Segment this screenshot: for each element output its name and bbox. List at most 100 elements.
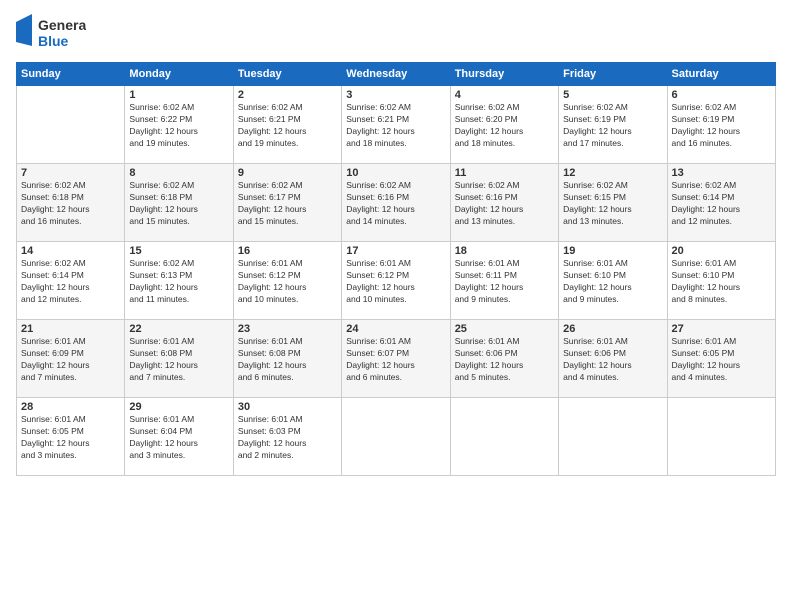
col-thursday: Thursday <box>450 63 558 86</box>
calendar-page: GeneralBlue Sunday Monday Tuesday Wednes… <box>0 0 792 612</box>
day-cell: 24Sunrise: 6:01 AM Sunset: 6:07 PM Dayli… <box>342 320 450 398</box>
day-number: 10 <box>346 167 445 179</box>
day-info: Sunrise: 6:02 AM Sunset: 6:18 PM Dayligh… <box>21 180 120 228</box>
day-cell: 2Sunrise: 6:02 AM Sunset: 6:21 PM Daylig… <box>233 86 341 164</box>
day-number: 30 <box>238 401 337 413</box>
day-number: 29 <box>129 401 228 413</box>
day-info: Sunrise: 6:01 AM Sunset: 6:05 PM Dayligh… <box>21 414 120 462</box>
day-info: Sunrise: 6:01 AM Sunset: 6:08 PM Dayligh… <box>238 336 337 384</box>
day-info: Sunrise: 6:01 AM Sunset: 6:11 PM Dayligh… <box>455 258 554 306</box>
day-number: 19 <box>563 245 662 257</box>
day-cell: 18Sunrise: 6:01 AM Sunset: 6:11 PM Dayli… <box>450 242 558 320</box>
day-number: 13 <box>672 167 771 179</box>
svg-text:Blue: Blue <box>38 33 69 49</box>
calendar-table: Sunday Monday Tuesday Wednesday Thursday… <box>16 62 776 476</box>
day-cell: 22Sunrise: 6:01 AM Sunset: 6:08 PM Dayli… <box>125 320 233 398</box>
day-info: Sunrise: 6:01 AM Sunset: 6:10 PM Dayligh… <box>563 258 662 306</box>
day-cell: 13Sunrise: 6:02 AM Sunset: 6:14 PM Dayli… <box>667 164 775 242</box>
svg-text:General: General <box>38 17 86 33</box>
day-cell: 25Sunrise: 6:01 AM Sunset: 6:06 PM Dayli… <box>450 320 558 398</box>
day-number: 20 <box>672 245 771 257</box>
day-info: Sunrise: 6:01 AM Sunset: 6:04 PM Dayligh… <box>129 414 228 462</box>
day-number: 16 <box>238 245 337 257</box>
day-number: 9 <box>238 167 337 179</box>
day-cell: 5Sunrise: 6:02 AM Sunset: 6:19 PM Daylig… <box>559 86 667 164</box>
day-number: 12 <box>563 167 662 179</box>
day-cell: 17Sunrise: 6:01 AM Sunset: 6:12 PM Dayli… <box>342 242 450 320</box>
week-row-1: 7Sunrise: 6:02 AM Sunset: 6:18 PM Daylig… <box>17 164 776 242</box>
day-cell: 27Sunrise: 6:01 AM Sunset: 6:05 PM Dayli… <box>667 320 775 398</box>
day-cell: 23Sunrise: 6:01 AM Sunset: 6:08 PM Dayli… <box>233 320 341 398</box>
col-saturday: Saturday <box>667 63 775 86</box>
day-info: Sunrise: 6:01 AM Sunset: 6:06 PM Dayligh… <box>563 336 662 384</box>
day-cell <box>342 398 450 476</box>
day-info: Sunrise: 6:01 AM Sunset: 6:10 PM Dayligh… <box>672 258 771 306</box>
col-friday: Friday <box>559 63 667 86</box>
logo: GeneralBlue <box>16 14 86 52</box>
day-number: 1 <box>129 89 228 101</box>
day-number: 6 <box>672 89 771 101</box>
day-info: Sunrise: 6:02 AM Sunset: 6:13 PM Dayligh… <box>129 258 228 306</box>
header: GeneralBlue <box>16 14 776 52</box>
day-cell <box>667 398 775 476</box>
day-number: 27 <box>672 323 771 335</box>
day-number: 4 <box>455 89 554 101</box>
day-cell: 26Sunrise: 6:01 AM Sunset: 6:06 PM Dayli… <box>559 320 667 398</box>
day-number: 7 <box>21 167 120 179</box>
week-row-0: 1Sunrise: 6:02 AM Sunset: 6:22 PM Daylig… <box>17 86 776 164</box>
week-row-3: 21Sunrise: 6:01 AM Sunset: 6:09 PM Dayli… <box>17 320 776 398</box>
day-cell: 28Sunrise: 6:01 AM Sunset: 6:05 PM Dayli… <box>17 398 125 476</box>
day-number: 21 <box>21 323 120 335</box>
day-info: Sunrise: 6:01 AM Sunset: 6:09 PM Dayligh… <box>21 336 120 384</box>
day-number: 26 <box>563 323 662 335</box>
day-cell: 21Sunrise: 6:01 AM Sunset: 6:09 PM Dayli… <box>17 320 125 398</box>
day-info: Sunrise: 6:01 AM Sunset: 6:07 PM Dayligh… <box>346 336 445 384</box>
day-cell: 15Sunrise: 6:02 AM Sunset: 6:13 PM Dayli… <box>125 242 233 320</box>
day-number: 18 <box>455 245 554 257</box>
day-number: 17 <box>346 245 445 257</box>
day-cell <box>17 86 125 164</box>
day-cell: 12Sunrise: 6:02 AM Sunset: 6:15 PM Dayli… <box>559 164 667 242</box>
col-tuesday: Tuesday <box>233 63 341 86</box>
day-info: Sunrise: 6:02 AM Sunset: 6:20 PM Dayligh… <box>455 102 554 150</box>
day-info: Sunrise: 6:02 AM Sunset: 6:17 PM Dayligh… <box>238 180 337 228</box>
day-info: Sunrise: 6:02 AM Sunset: 6:14 PM Dayligh… <box>21 258 120 306</box>
day-cell: 1Sunrise: 6:02 AM Sunset: 6:22 PM Daylig… <box>125 86 233 164</box>
day-cell: 7Sunrise: 6:02 AM Sunset: 6:18 PM Daylig… <box>17 164 125 242</box>
day-info: Sunrise: 6:01 AM Sunset: 6:08 PM Dayligh… <box>129 336 228 384</box>
day-number: 2 <box>238 89 337 101</box>
day-cell: 4Sunrise: 6:02 AM Sunset: 6:20 PM Daylig… <box>450 86 558 164</box>
day-cell <box>450 398 558 476</box>
day-cell: 29Sunrise: 6:01 AM Sunset: 6:04 PM Dayli… <box>125 398 233 476</box>
day-number: 15 <box>129 245 228 257</box>
calendar-body: 1Sunrise: 6:02 AM Sunset: 6:22 PM Daylig… <box>17 86 776 476</box>
col-sunday: Sunday <box>17 63 125 86</box>
day-info: Sunrise: 6:02 AM Sunset: 6:16 PM Dayligh… <box>346 180 445 228</box>
day-info: Sunrise: 6:01 AM Sunset: 6:12 PM Dayligh… <box>238 258 337 306</box>
day-cell: 3Sunrise: 6:02 AM Sunset: 6:21 PM Daylig… <box>342 86 450 164</box>
col-monday: Monday <box>125 63 233 86</box>
day-info: Sunrise: 6:01 AM Sunset: 6:03 PM Dayligh… <box>238 414 337 462</box>
day-info: Sunrise: 6:02 AM Sunset: 6:21 PM Dayligh… <box>346 102 445 150</box>
day-info: Sunrise: 6:02 AM Sunset: 6:21 PM Dayligh… <box>238 102 337 150</box>
day-number: 22 <box>129 323 228 335</box>
day-number: 11 <box>455 167 554 179</box>
day-info: Sunrise: 6:01 AM Sunset: 6:12 PM Dayligh… <box>346 258 445 306</box>
day-cell: 19Sunrise: 6:01 AM Sunset: 6:10 PM Dayli… <box>559 242 667 320</box>
day-info: Sunrise: 6:02 AM Sunset: 6:15 PM Dayligh… <box>563 180 662 228</box>
logo-svg: GeneralBlue <box>16 14 86 52</box>
header-row: Sunday Monday Tuesday Wednesday Thursday… <box>17 63 776 86</box>
week-row-4: 28Sunrise: 6:01 AM Sunset: 6:05 PM Dayli… <box>17 398 776 476</box>
day-info: Sunrise: 6:02 AM Sunset: 6:14 PM Dayligh… <box>672 180 771 228</box>
day-number: 3 <box>346 89 445 101</box>
day-info: Sunrise: 6:02 AM Sunset: 6:18 PM Dayligh… <box>129 180 228 228</box>
day-cell: 20Sunrise: 6:01 AM Sunset: 6:10 PM Dayli… <box>667 242 775 320</box>
day-cell: 9Sunrise: 6:02 AM Sunset: 6:17 PM Daylig… <box>233 164 341 242</box>
day-info: Sunrise: 6:02 AM Sunset: 6:22 PM Dayligh… <box>129 102 228 150</box>
col-wednesday: Wednesday <box>342 63 450 86</box>
day-number: 24 <box>346 323 445 335</box>
day-number: 25 <box>455 323 554 335</box>
day-info: Sunrise: 6:01 AM Sunset: 6:05 PM Dayligh… <box>672 336 771 384</box>
day-cell <box>559 398 667 476</box>
day-number: 8 <box>129 167 228 179</box>
